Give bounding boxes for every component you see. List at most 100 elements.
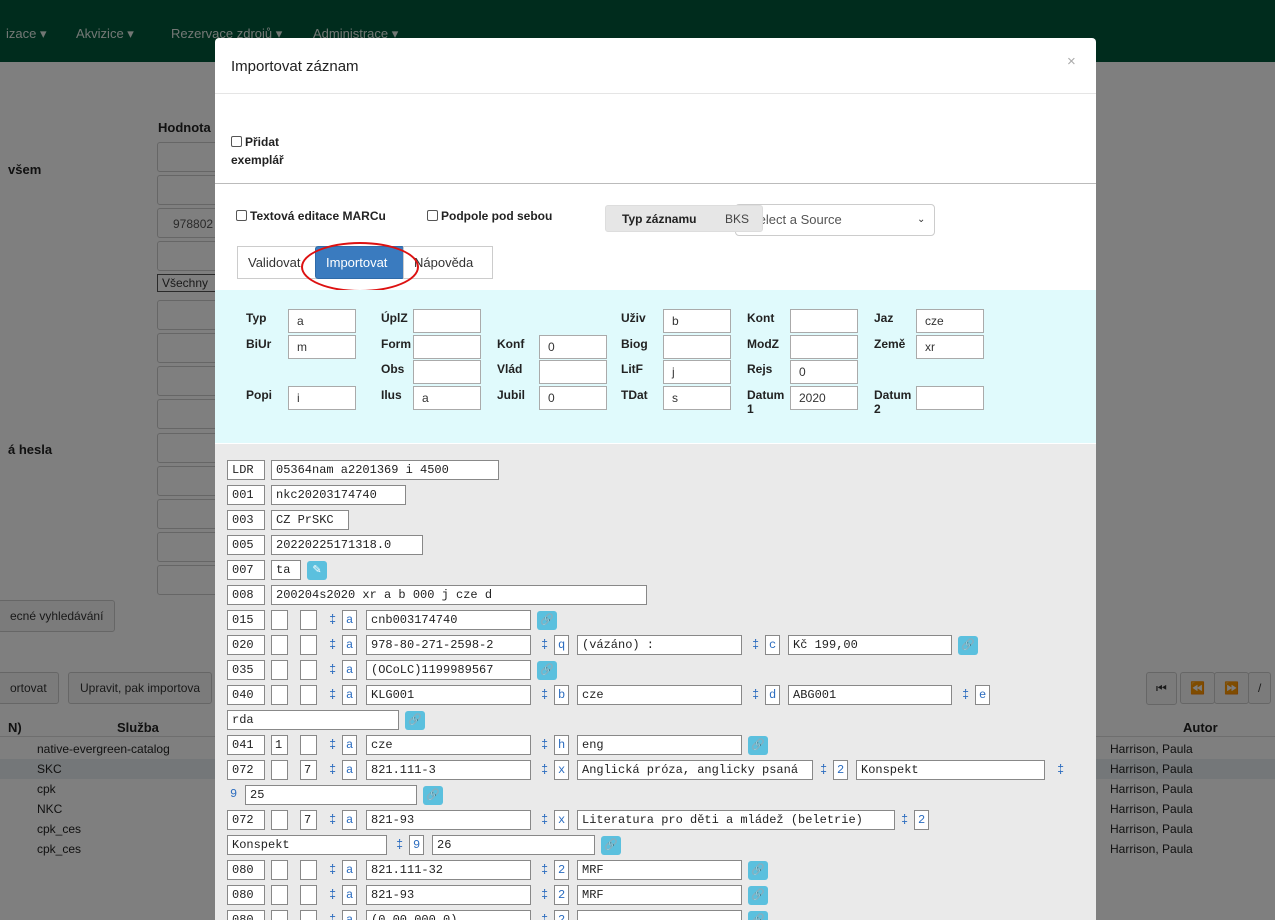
- marc-indicator-1[interactable]: [271, 760, 288, 780]
- link-icon[interactable]: 🔗: [748, 861, 768, 880]
- edit-icon[interactable]: ✎: [307, 561, 327, 580]
- subfield-code[interactable]: e: [975, 685, 990, 705]
- marc-indicator-2[interactable]: [300, 685, 317, 705]
- subfield-value[interactable]: KLG001: [366, 685, 531, 705]
- subfield-value[interactable]: Kč 199,00: [788, 635, 952, 655]
- subfield-value[interactable]: eng: [577, 735, 742, 755]
- marc-control-value[interactable]: ta: [271, 560, 301, 580]
- subfield-code[interactable]: b: [554, 685, 569, 705]
- marc-tag[interactable]: 035: [227, 660, 265, 680]
- marc-tag[interactable]: 080: [227, 885, 265, 905]
- marc-indicator-1[interactable]: [271, 810, 288, 830]
- subfield-code[interactable]: d: [765, 685, 780, 705]
- subfield-value[interactable]: cze: [366, 735, 531, 755]
- subfield-code[interactable]: c: [765, 635, 780, 655]
- field-input-jaz[interactable]: cze: [916, 309, 984, 333]
- field-input-rejs[interactable]: 0: [790, 360, 858, 384]
- marc-indicator-2[interactable]: 7: [300, 760, 317, 780]
- field-input-ilus[interactable]: a: [413, 386, 481, 410]
- subfield-value[interactable]: Literatura pro děti a mládež (beletrie): [577, 810, 895, 830]
- marc-indicator-2[interactable]: 7: [300, 810, 317, 830]
- subfield-value[interactable]: [577, 910, 742, 920]
- link-icon[interactable]: 🔗: [748, 886, 768, 905]
- marc-control-value[interactable]: 05364nam a2201369 i 4500: [271, 460, 499, 480]
- subfield-code[interactable]: a: [342, 660, 357, 680]
- subfield-code[interactable]: a: [342, 685, 357, 705]
- subfield-code[interactable]: a: [342, 760, 357, 780]
- subfield-code[interactable]: 2: [554, 910, 569, 920]
- field-input-uziv[interactable]: b: [663, 309, 731, 333]
- link-icon[interactable]: 🔗: [405, 711, 425, 730]
- source-select[interactable]: Select a Source: [735, 204, 935, 236]
- marc-tag[interactable]: 080: [227, 910, 265, 920]
- link-icon[interactable]: 🔗: [423, 786, 443, 805]
- subfield-code[interactable]: a: [342, 910, 357, 920]
- field-input-biur[interactable]: m: [288, 335, 356, 359]
- subfield-code[interactable]: x: [554, 760, 569, 780]
- marc-tag[interactable]: 007: [227, 560, 265, 580]
- marc-indicator-2[interactable]: [300, 735, 317, 755]
- subfield-value[interactable]: MRF: [577, 860, 742, 880]
- marc-tag[interactable]: 008: [227, 585, 265, 605]
- subfield-value[interactable]: 978-80-271-2598-2: [366, 635, 531, 655]
- subfield-value[interactable]: 821.111-3: [366, 760, 531, 780]
- field-input-tdat[interactable]: s: [663, 386, 731, 410]
- subfield-value[interactable]: cnb003174740: [366, 610, 531, 630]
- subfield-code[interactable]: a: [342, 735, 357, 755]
- link-icon[interactable]: 🔗: [748, 736, 768, 755]
- marc-tag[interactable]: 020: [227, 635, 265, 655]
- field-input-uplz[interactable]: [413, 309, 481, 333]
- subfield-value[interactable]: (vázáno) :: [577, 635, 742, 655]
- text-marc-checkbox[interactable]: [236, 210, 247, 221]
- link-icon[interactable]: 🔗: [537, 611, 557, 630]
- subfield-value[interactable]: 821.111-32: [366, 860, 531, 880]
- subfield-below-row[interactable]: Podpole pod sebou: [427, 208, 552, 223]
- add-copy-checkbox-row[interactable]: Přidat exemplář: [231, 133, 301, 169]
- marc-tag[interactable]: 040: [227, 685, 265, 705]
- text-marc-row[interactable]: Textová editace MARCu: [236, 208, 386, 223]
- subfield-code[interactable]: 2: [833, 760, 848, 780]
- field-input-konf[interactable]: 0: [539, 335, 607, 359]
- marc-control-value[interactable]: CZ PrSKC: [271, 510, 349, 530]
- marc-indicator-2[interactable]: [300, 910, 317, 920]
- marc-indicator-1[interactable]: [271, 660, 288, 680]
- marc-indicator-2[interactable]: [300, 635, 317, 655]
- marc-indicator-1[interactable]: [271, 685, 288, 705]
- field-input-kont[interactable]: [790, 309, 858, 333]
- subfield-code[interactable]: a: [342, 610, 357, 630]
- marc-indicator-2[interactable]: [300, 885, 317, 905]
- field-input-jubil[interactable]: 0: [539, 386, 607, 410]
- field-input-zeme[interactable]: xr: [916, 335, 984, 359]
- field-input-form[interactable]: [413, 335, 481, 359]
- subfield-value[interactable]: 26: [432, 835, 595, 855]
- field-input-modz[interactable]: [790, 335, 858, 359]
- subfield-code[interactable]: 2: [554, 860, 569, 880]
- marc-tag[interactable]: 003: [227, 510, 265, 530]
- field-input-vlad[interactable]: [539, 360, 607, 384]
- marc-indicator-1[interactable]: [271, 860, 288, 880]
- link-icon[interactable]: 🔗: [601, 836, 621, 855]
- marc-indicator-1[interactable]: [271, 885, 288, 905]
- subfield-value[interactable]: Konspekt: [227, 835, 387, 855]
- marc-indicator-2[interactable]: [300, 660, 317, 680]
- subfield-code[interactable]: x: [554, 810, 569, 830]
- subfield-value[interactable]: 821-93: [366, 885, 531, 905]
- subfield-code[interactable]: h: [554, 735, 569, 755]
- subfield-code[interactable]: 2: [554, 885, 569, 905]
- field-input-datum2[interactable]: [916, 386, 984, 410]
- marc-tag[interactable]: 001: [227, 485, 265, 505]
- field-input-datum1[interactable]: 2020: [790, 386, 858, 410]
- marc-tag[interactable]: 005: [227, 535, 265, 555]
- marc-tag[interactable]: 080: [227, 860, 265, 880]
- subfield-code[interactable]: a: [342, 810, 357, 830]
- subfield-value[interactable]: MRF: [577, 885, 742, 905]
- marc-control-value[interactable]: 20220225171318.0: [271, 535, 423, 555]
- subfield-code[interactable]: 9: [227, 785, 242, 805]
- field-input-obs[interactable]: [413, 360, 481, 384]
- field-input-litf[interactable]: j: [663, 360, 731, 384]
- field-input-typ[interactable]: a: [288, 309, 356, 333]
- marc-indicator-1[interactable]: 1: [271, 735, 288, 755]
- marc-tag[interactable]: LDR: [227, 460, 265, 480]
- field-input-popi[interactable]: i: [288, 386, 356, 410]
- marc-tag[interactable]: 041: [227, 735, 265, 755]
